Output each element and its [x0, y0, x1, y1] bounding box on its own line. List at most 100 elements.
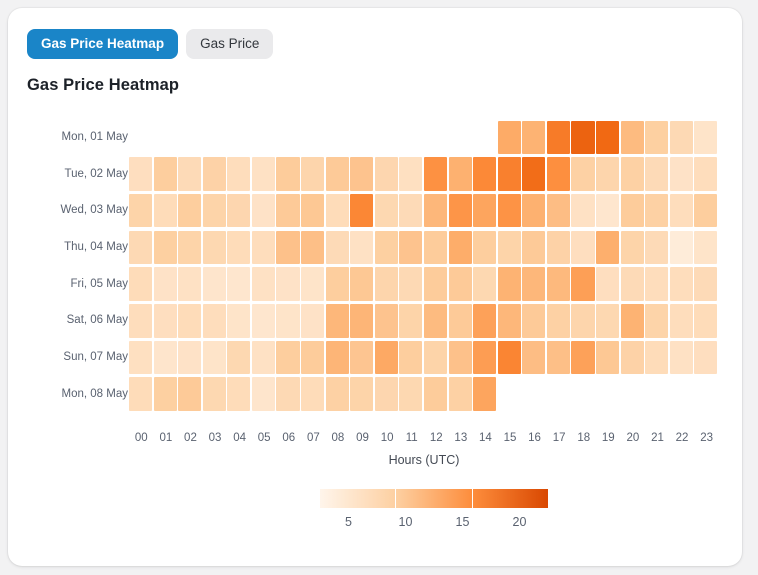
heatmap-cell[interactable] — [546, 230, 570, 265]
heatmap-cell[interactable] — [620, 120, 644, 155]
heatmap-cell[interactable] — [251, 193, 275, 228]
heatmap-cell[interactable] — [129, 340, 153, 375]
heatmap-cell[interactable] — [251, 304, 275, 338]
heatmap-cell[interactable] — [522, 193, 546, 228]
heatmap-cell[interactable] — [645, 157, 669, 191]
heatmap-cell[interactable] — [448, 340, 472, 375]
heatmap-cell[interactable] — [129, 267, 153, 301]
heatmap-cell[interactable] — [350, 304, 374, 338]
heatmap-cell[interactable] — [571, 267, 595, 301]
heatmap-cell[interactable] — [645, 267, 669, 301]
heatmap-cell[interactable] — [153, 157, 177, 191]
heatmap-cell[interactable] — [522, 230, 546, 265]
heatmap-cell[interactable] — [423, 340, 448, 375]
heatmap-cell[interactable] — [423, 230, 448, 265]
heatmap-cell[interactable] — [178, 340, 202, 375]
heatmap-cell[interactable] — [227, 377, 251, 411]
heatmap-cell[interactable] — [251, 267, 275, 301]
heatmap-cell[interactable] — [301, 230, 325, 265]
heatmap-cell[interactable] — [620, 340, 644, 375]
heatmap-cell[interactable] — [178, 304, 202, 338]
heatmap-cell[interactable] — [202, 193, 226, 228]
heatmap-cell[interactable] — [374, 230, 398, 265]
heatmap-cell[interactable] — [620, 230, 644, 265]
heatmap-cell[interactable] — [227, 193, 251, 228]
heatmap-cell[interactable] — [251, 157, 275, 191]
heatmap-cell[interactable] — [423, 304, 448, 338]
heatmap-cell[interactable] — [202, 340, 226, 375]
heatmap-cell[interactable] — [153, 230, 177, 265]
heatmap-cell[interactable] — [596, 267, 620, 301]
heatmap-cell[interactable] — [620, 304, 644, 338]
heatmap-cell[interactable] — [227, 340, 251, 375]
heatmap-cell[interactable] — [596, 193, 620, 228]
heatmap-cell[interactable] — [301, 377, 325, 411]
heatmap-cell[interactable] — [202, 157, 226, 191]
heatmap-cell[interactable] — [301, 157, 325, 191]
heatmap-cell[interactable] — [694, 230, 718, 265]
heatmap-cell[interactable] — [153, 340, 177, 375]
heatmap-cell[interactable] — [399, 340, 423, 375]
heatmap-cell[interactable] — [694, 304, 718, 338]
heatmap-cell[interactable] — [178, 230, 202, 265]
heatmap-cell[interactable] — [227, 230, 251, 265]
heatmap-cell[interactable] — [276, 230, 300, 265]
heatmap-cell[interactable] — [423, 377, 448, 411]
heatmap-cell[interactable] — [399, 304, 423, 338]
heatmap-cell[interactable] — [448, 193, 472, 228]
heatmap-cell[interactable] — [473, 267, 497, 301]
heatmap-cell[interactable] — [571, 120, 595, 155]
heatmap-cell[interactable] — [178, 193, 202, 228]
heatmap-cell[interactable] — [448, 304, 472, 338]
heatmap-cell[interactable] — [423, 193, 448, 228]
heatmap-cell[interactable] — [399, 267, 423, 301]
heatmap-cell[interactable] — [374, 340, 398, 375]
heatmap-cell[interactable] — [669, 120, 693, 155]
heatmap-cell[interactable] — [645, 193, 669, 228]
heatmap-cell[interactable] — [227, 304, 251, 338]
heatmap-cell[interactable] — [129, 304, 153, 338]
heatmap-cell[interactable] — [399, 230, 423, 265]
heatmap-cell[interactable] — [227, 267, 251, 301]
heatmap-cell[interactable] — [301, 304, 325, 338]
heatmap-cell[interactable] — [251, 377, 275, 411]
heatmap-cell[interactable] — [522, 304, 546, 338]
heatmap-cell[interactable] — [571, 230, 595, 265]
heatmap-cell[interactable] — [178, 377, 202, 411]
heatmap-cell[interactable] — [522, 120, 546, 155]
heatmap-cell[interactable] — [473, 193, 497, 228]
heatmap-cell[interactable] — [276, 340, 300, 375]
heatmap-cell[interactable] — [178, 267, 202, 301]
heatmap-cell[interactable] — [546, 193, 570, 228]
heatmap-cell[interactable] — [448, 230, 472, 265]
heatmap-cell[interactable] — [497, 340, 521, 375]
heatmap-cell[interactable] — [497, 120, 521, 155]
heatmap-cell[interactable] — [694, 193, 718, 228]
heatmap-cell[interactable] — [473, 340, 497, 375]
heatmap-cell[interactable] — [374, 157, 398, 191]
heatmap-cell[interactable] — [350, 157, 374, 191]
heatmap-cell[interactable] — [448, 267, 472, 301]
heatmap-cell[interactable] — [325, 157, 349, 191]
heatmap-cell[interactable] — [694, 340, 718, 375]
heatmap-cell[interactable] — [669, 157, 693, 191]
heatmap-cell[interactable] — [374, 304, 398, 338]
heatmap-cell[interactable] — [202, 377, 226, 411]
heatmap-cell[interactable] — [301, 267, 325, 301]
heatmap-cell[interactable] — [669, 230, 693, 265]
heatmap-cell[interactable] — [153, 304, 177, 338]
heatmap-cell[interactable] — [325, 340, 349, 375]
heatmap-cell[interactable] — [276, 193, 300, 228]
heatmap-cell[interactable] — [497, 230, 521, 265]
heatmap-cell[interactable] — [202, 230, 226, 265]
heatmap-cell[interactable] — [473, 157, 497, 191]
heatmap-cell[interactable] — [694, 157, 718, 191]
heatmap-cell[interactable] — [374, 267, 398, 301]
heatmap-cell[interactable] — [497, 157, 521, 191]
heatmap-cell[interactable] — [497, 193, 521, 228]
heatmap-cell[interactable] — [399, 377, 423, 411]
heatmap-cell[interactable] — [374, 193, 398, 228]
heatmap-cell[interactable] — [448, 157, 472, 191]
heatmap-cell[interactable] — [571, 304, 595, 338]
heatmap-cell[interactable] — [571, 193, 595, 228]
